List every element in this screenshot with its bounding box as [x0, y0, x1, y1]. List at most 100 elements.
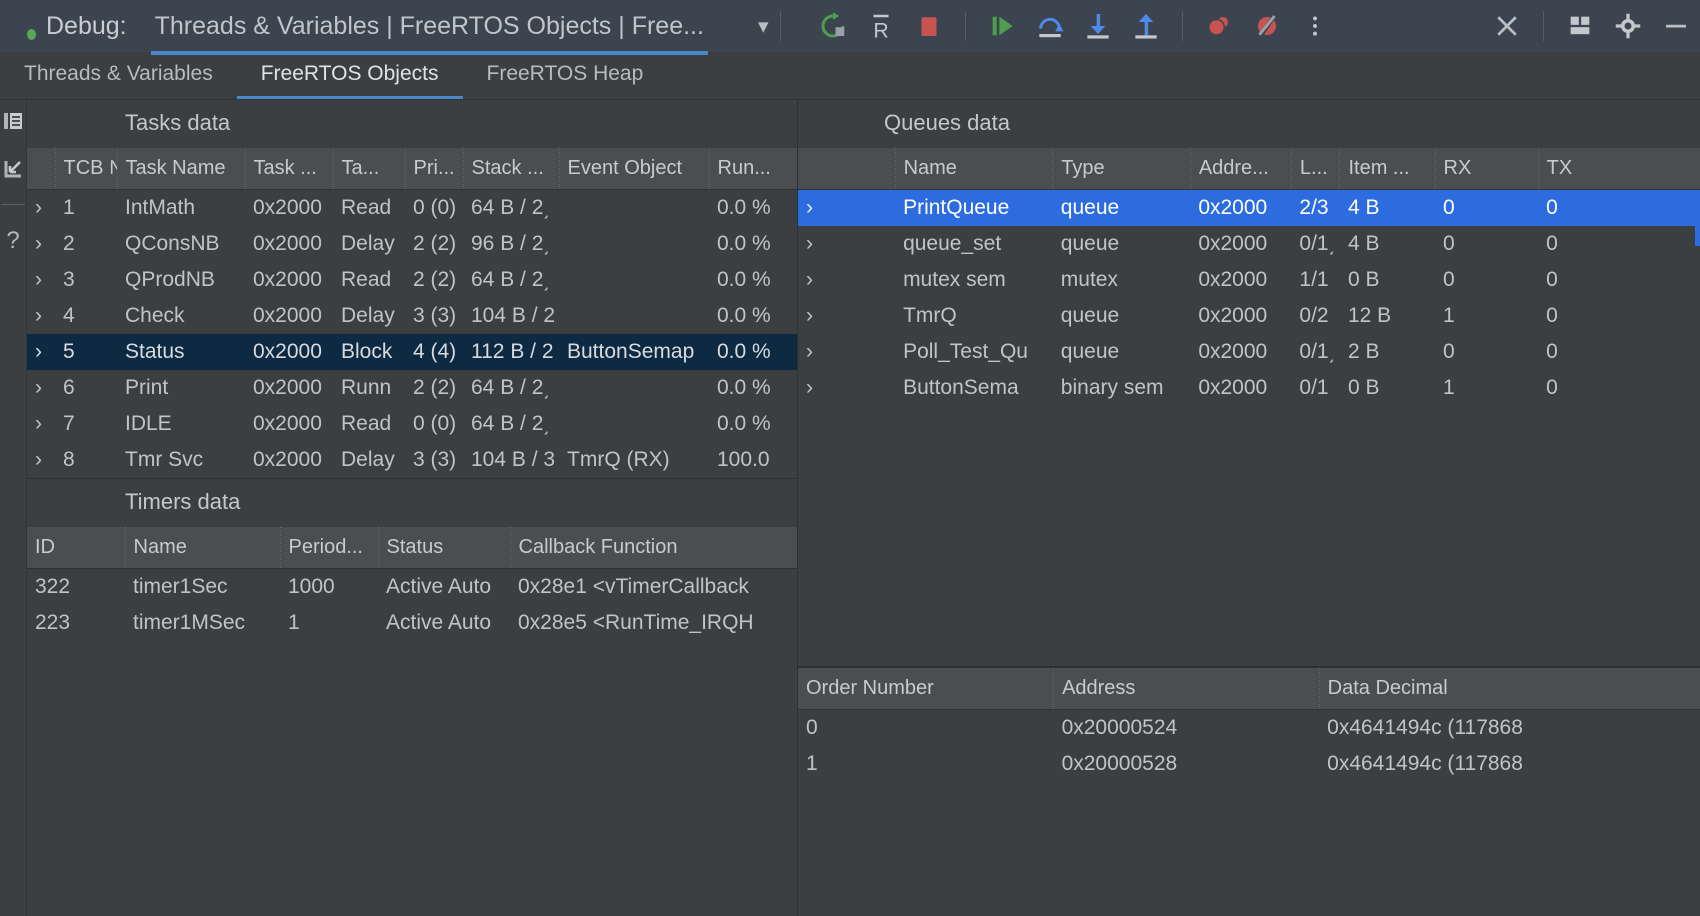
- arrow-down-left-icon[interactable]: [0, 156, 26, 182]
- step-out-icon[interactable]: [1122, 4, 1170, 48]
- queue-length: 2/3: [1291, 189, 1340, 226]
- queues-col-name[interactable]: Name: [895, 148, 1054, 190]
- stop-icon[interactable]: [905, 4, 953, 48]
- table-row[interactable]: › mutex sem mutex 0x2000 1/1 0 B 0 0: [798, 262, 1700, 298]
- task-stack: 64 B / 2͵: [471, 268, 551, 291]
- rerun-icon[interactable]: [809, 4, 857, 48]
- task-tcb: 3: [63, 268, 75, 291]
- row-expander-icon[interactable]: ›: [27, 406, 55, 442]
- table-row[interactable]: › queue_set queue 0x2000 0/1͵ 4 B 0 0: [798, 226, 1700, 262]
- table-row[interactable]: › 1 IntMath 0x2000 Read 0 (0) 64 B / 2͵ …: [27, 189, 797, 227]
- help-question-icon[interactable]: ?: [0, 227, 26, 253]
- queues-col-expander[interactable]: [798, 148, 896, 190]
- mute-breakpoints-icon[interactable]: [1243, 4, 1291, 48]
- task-priority: 0 (0): [413, 412, 457, 435]
- timers-col-status[interactable]: Status: [378, 527, 511, 569]
- queue-address: 0x2000: [1198, 376, 1268, 399]
- minimize-icon[interactable]: [1652, 4, 1700, 48]
- tasks-col-expander[interactable]: [27, 148, 56, 190]
- close-icon[interactable]: [1483, 4, 1531, 48]
- chevron-down-icon[interactable]: ▾: [758, 14, 769, 39]
- queues-col-address[interactable]: Addre...: [1190, 148, 1292, 190]
- table-row[interactable]: › 8 Tmr Svc 0x2000 Delay 3 (3) 104 B / 3…: [27, 442, 797, 478]
- row-expander-icon[interactable]: ›: [27, 442, 55, 478]
- detail-data-decimal: 0x4641494c (117868: [1327, 716, 1523, 739]
- row-expander-icon[interactable]: ›: [27, 190, 55, 227]
- task-priority: 4 (4): [405, 334, 463, 370]
- table-row[interactable]: › TmrQ queue 0x2000 0/2 12 B 1 0: [798, 298, 1700, 334]
- timer-callback: 0x28e5 <RunTime_IRQH: [518, 611, 754, 634]
- timers-col-name[interactable]: Name: [125, 527, 281, 569]
- view-breakpoints-icon[interactable]: [1195, 4, 1243, 48]
- left-tool-rail: ?: [0, 100, 27, 916]
- row-expander-icon[interactable]: ›: [798, 189, 896, 226]
- row-expander-icon[interactable]: ›: [798, 370, 895, 406]
- table-row[interactable]: 1 0x20000528 0x4641494c (117868: [798, 746, 1700, 782]
- tasks-col-task-handle[interactable]: Task ...: [245, 148, 334, 190]
- row-expander-icon[interactable]: ›: [798, 226, 895, 262]
- tab-freertos-objects[interactable]: FreeRTOS Objects: [236, 52, 463, 99]
- table-row[interactable]: 0 0x20000524 0x4641494c (117868: [798, 709, 1700, 746]
- row-expander-icon[interactable]: ›: [27, 370, 55, 406]
- tasks-col-task-state[interactable]: Ta...: [333, 148, 406, 190]
- step-into-icon[interactable]: [1074, 4, 1122, 48]
- table-row[interactable]: 223 timer1MSec 1 Active Auto 0x28e5 <Run…: [27, 605, 797, 641]
- tasks-col-event-object[interactable]: Event Object: [559, 148, 710, 190]
- task-priority: 2 (2): [413, 232, 457, 255]
- queues-col-rx[interactable]: RX: [1435, 148, 1539, 190]
- timers-table-body: 322 timer1Sec 1000 Active Auto 0x28e1 <v…: [27, 568, 797, 641]
- more-options-icon[interactable]: [1291, 4, 1339, 48]
- queues-col-tx[interactable]: TX: [1538, 148, 1700, 190]
- table-row[interactable]: › ButtonSema binary sem 0x2000 0/1 0 B 1…: [798, 370, 1700, 406]
- tasks-col-runtime[interactable]: Run...: [709, 148, 797, 190]
- queues-col-type[interactable]: Type: [1052, 148, 1191, 190]
- step-over-icon[interactable]: [1026, 4, 1074, 48]
- queue-tx: 0: [1546, 304, 1558, 327]
- tasks-col-tcb[interactable]: TCB №: [55, 148, 118, 190]
- task-event-object: TmrQ (RX): [567, 448, 670, 471]
- table-row[interactable]: 322 timer1Sec 1000 Active Auto 0x28e1 <v…: [27, 568, 797, 605]
- table-row[interactable]: › 7 IDLE 0x2000 Read 0 (0) 64 B / 2͵ 0.0…: [27, 406, 797, 442]
- table-row[interactable]: › 2 QConsNB 0x2000 Delay 2 (2) 96 B / 2͵…: [27, 226, 797, 262]
- table-row-selected[interactable]: › PrintQueue queue 0x2000 2/3 4 B 0 0: [798, 189, 1700, 226]
- table-row[interactable]: › Poll_Test_Qu queue 0x2000 0/1͵ 2 B 0 0: [798, 334, 1700, 370]
- table-row[interactable]: › 4 Check 0x2000 Delay 3 (3) 104 B / 2 0…: [27, 298, 797, 334]
- tasks-col-priority[interactable]: Pri...: [405, 148, 464, 190]
- task-runtime: 0.0 %: [717, 196, 771, 219]
- detail-col-data-decimal[interactable]: Data Decimal: [1319, 668, 1700, 710]
- queues-col-length[interactable]: L...: [1291, 148, 1341, 190]
- tasks-col-task-name[interactable]: Task Name: [117, 148, 246, 190]
- tab-freertos-heap[interactable]: FreeRTOS Heap: [463, 52, 668, 99]
- settings-gear-icon[interactable]: [1604, 4, 1652, 48]
- task-stack: 64 B / 2͵: [471, 412, 551, 435]
- task-tcb: 4: [63, 304, 75, 327]
- queues-col-item-size[interactable]: Item ...: [1339, 148, 1436, 190]
- resume-program-icon[interactable]: [978, 4, 1026, 48]
- detail-col-address[interactable]: Address: [1053, 668, 1320, 710]
- tab-label: FreeRTOS Objects: [260, 62, 439, 85]
- timers-col-id[interactable]: ID: [27, 527, 126, 569]
- frames-icon[interactable]: [0, 108, 26, 134]
- row-expander-icon[interactable]: ›: [798, 262, 895, 298]
- task-state: Runn: [341, 376, 392, 399]
- tab-threads-variables[interactable]: Threads & Variables: [0, 52, 237, 99]
- detail-col-order-number[interactable]: Order Number: [798, 668, 1055, 710]
- row-expander-icon[interactable]: ›: [798, 298, 895, 334]
- timers-col-period[interactable]: Period...: [280, 527, 379, 569]
- task-runtime: 0.0 %: [717, 232, 771, 255]
- row-expander-icon[interactable]: ›: [27, 226, 55, 262]
- tasks-col-stack[interactable]: Stack ...: [463, 148, 560, 190]
- table-row[interactable]: › 6 Print 0x2000 Runn 2 (2) 64 B / 2͵ 0.…: [27, 370, 797, 406]
- timers-col-callback[interactable]: Callback Function: [510, 527, 797, 569]
- layout-settings-icon[interactable]: [1556, 4, 1604, 48]
- row-expander-icon[interactable]: ›: [27, 298, 55, 334]
- row-expander-icon[interactable]: ›: [798, 334, 895, 370]
- row-expander-icon[interactable]: ›: [27, 334, 55, 370]
- table-row-selected[interactable]: › 5 Status 0x2000 Block 4 (4) 112 B / 2 …: [27, 334, 797, 370]
- queue-detail-section: Order Number Address Data Decimal 0 0x20…: [798, 666, 1700, 916]
- task-event-object: [559, 370, 709, 406]
- row-expander-icon[interactable]: ›: [27, 262, 55, 298]
- restart-r-icon[interactable]: R: [857, 4, 905, 48]
- debug-session-selector[interactable]: Threads & Variables | FreeRTOS Objects |…: [145, 12, 714, 55]
- table-row[interactable]: › 3 QProdNB 0x2000 Read 2 (2) 64 B / 2͵ …: [27, 262, 797, 298]
